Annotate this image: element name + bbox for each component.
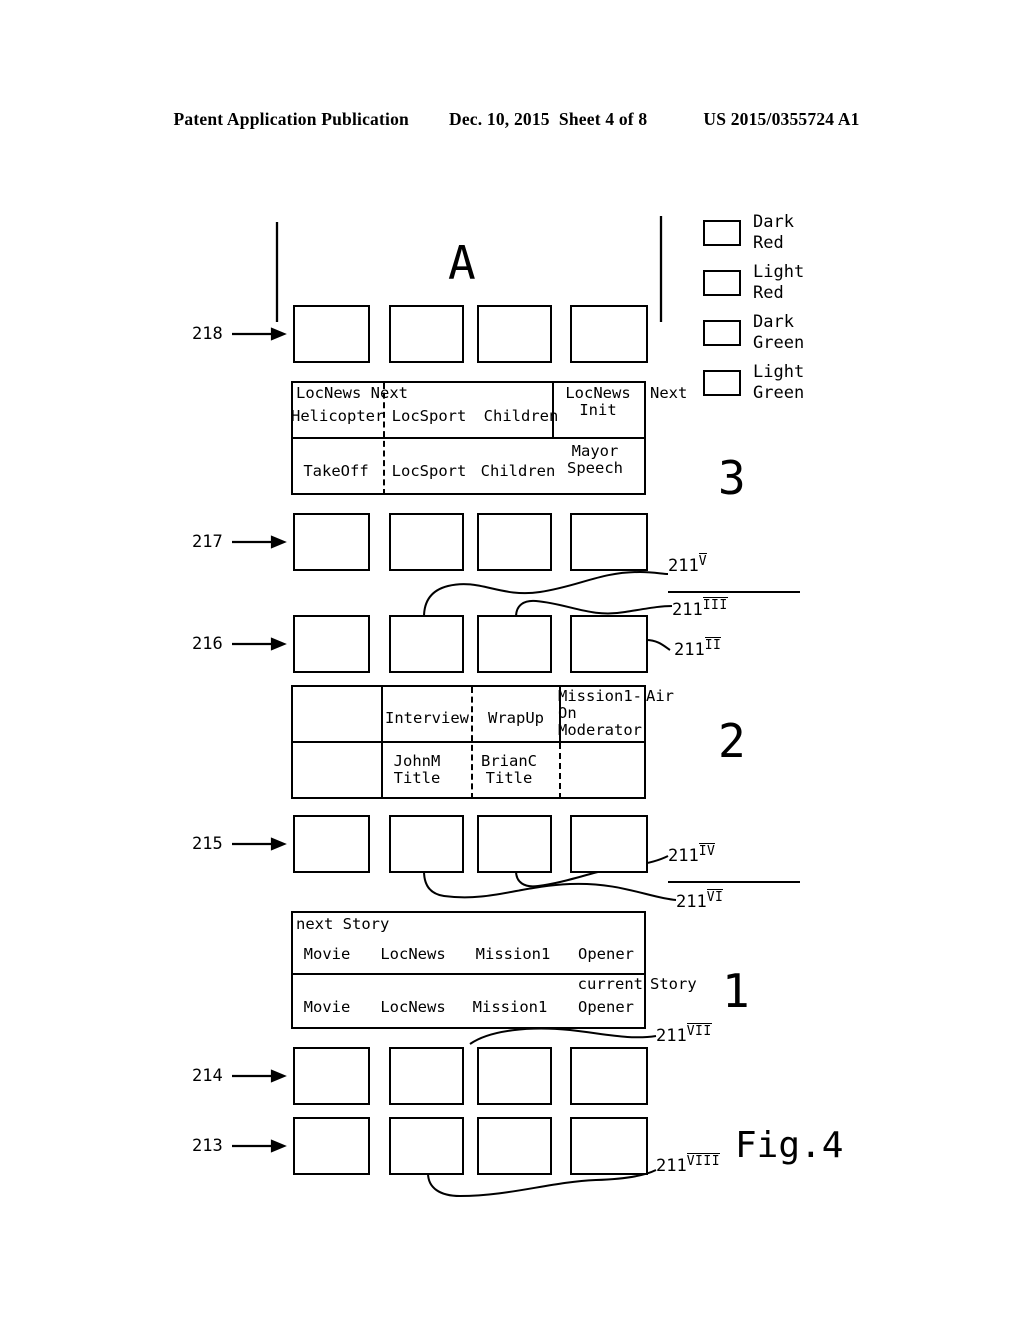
block-216-4 xyxy=(570,615,648,673)
ref-213: 213 xyxy=(192,1136,223,1156)
block-213-4 xyxy=(570,1117,648,1175)
ref-217: 217 xyxy=(192,532,223,552)
table2-cell-1-3: WrapUp xyxy=(488,709,544,727)
block-214-4 xyxy=(570,1047,648,1105)
callout-211-V: 211V xyxy=(668,553,708,576)
block-213-2 xyxy=(389,1117,464,1175)
callout-211-IV: 211IV xyxy=(668,843,716,866)
block-215-3 xyxy=(477,815,552,873)
reference-arrows xyxy=(232,327,287,1153)
table3-cell-2-3: Children xyxy=(480,462,556,480)
table3-cell-1-2: LocSport xyxy=(391,407,467,425)
table1-cell-2-4: Opener xyxy=(578,998,634,1016)
legend-label-light-red: Light Red xyxy=(753,262,805,303)
callout-211-II: 211II xyxy=(674,637,722,660)
callout-211-VI: 211VI xyxy=(676,889,724,912)
callout-211-III: 211III xyxy=(672,597,728,620)
table2-cell-2-2: JohnM Title xyxy=(393,752,441,787)
table3-cell-2-2: LocSport xyxy=(391,462,467,480)
table1-cell-1-1: Movie xyxy=(303,945,351,963)
table1-cell-1-3: Mission1 xyxy=(475,945,551,963)
block-213-3 xyxy=(477,1117,552,1175)
callout-211-VIII: 211VIII xyxy=(656,1153,721,1176)
block-217-1 xyxy=(293,513,370,571)
table3-cell-1-4: LocNews Init xyxy=(565,384,631,419)
block-217-2 xyxy=(389,513,464,571)
block-216-2 xyxy=(389,615,464,673)
table2-cell-2-3: BrianC Title xyxy=(481,752,537,787)
block-216-1 xyxy=(293,615,370,673)
legend-label-dark-green: Dark Green xyxy=(753,312,805,353)
table1-cell-2-1: Movie xyxy=(303,998,351,1016)
table1-cell-1-2: LocNews xyxy=(380,945,446,963)
group-letter-a: A xyxy=(448,236,476,290)
ref-215: 215 xyxy=(192,834,223,854)
block-215-2 xyxy=(389,815,464,873)
figure-canvas: 218 A LocNews Next Helicopter LocSport C… xyxy=(0,0,1024,1320)
block-216-3 xyxy=(477,615,552,673)
block-217-4 xyxy=(570,513,648,571)
table1-cell-2-2: LocNews xyxy=(380,998,446,1016)
legend-hatch-fills xyxy=(705,222,739,394)
group-number-2: 2 xyxy=(718,714,746,768)
table3-top-label: LocNews Next xyxy=(296,384,408,402)
table1-cell-1-4: Opener xyxy=(578,945,634,963)
legend-swatch-dark-red xyxy=(703,220,741,246)
legend-label-dark-red: Dark Red xyxy=(753,212,794,253)
table1-right-outside: Story xyxy=(650,975,697,993)
block-214-1 xyxy=(293,1047,370,1105)
table1-top-label: next Story xyxy=(296,915,390,933)
group-number-3: 3 xyxy=(718,451,746,505)
table2-cell-1-2: Interview xyxy=(385,709,469,727)
legend-swatch-light-red xyxy=(703,270,741,296)
legend-swatch-dark-green xyxy=(703,320,741,346)
table3-cell-2-1: TakeOff xyxy=(303,462,369,480)
ref-214: 214 xyxy=(192,1066,223,1086)
block-218-3 xyxy=(477,305,552,363)
legend-swatch-light-green xyxy=(703,370,741,396)
block-217-3 xyxy=(477,513,552,571)
table3-cell-2-4: Mayor Speech xyxy=(567,442,623,477)
group-number-1: 1 xyxy=(722,964,750,1018)
table2-right-outside: Air xyxy=(646,687,674,705)
legend-label-light-green: Light Green xyxy=(753,362,805,403)
block-218-4 xyxy=(570,305,648,363)
block-218-1 xyxy=(293,305,370,363)
table3-right-outside: Next xyxy=(650,384,688,402)
table1-cell-2-3: Mission1 xyxy=(472,998,548,1016)
ref-218: 218 xyxy=(192,324,223,344)
ref-216: 216 xyxy=(192,634,223,654)
block-218-2 xyxy=(389,305,464,363)
block-215-1 xyxy=(293,815,370,873)
figure-label: Fig.4 xyxy=(735,1125,844,1166)
block-215-4 xyxy=(570,815,648,873)
table2-cell-1-4: Mission1-On Moderator xyxy=(558,687,642,739)
table3-cell-1-1: Helicopter xyxy=(291,407,385,425)
block-214-2 xyxy=(389,1047,464,1105)
block-213-1 xyxy=(293,1117,370,1175)
callout-211-VII: 211VII xyxy=(656,1023,712,1046)
block-214-3 xyxy=(477,1047,552,1105)
table1-bottom-label: current xyxy=(577,975,643,993)
